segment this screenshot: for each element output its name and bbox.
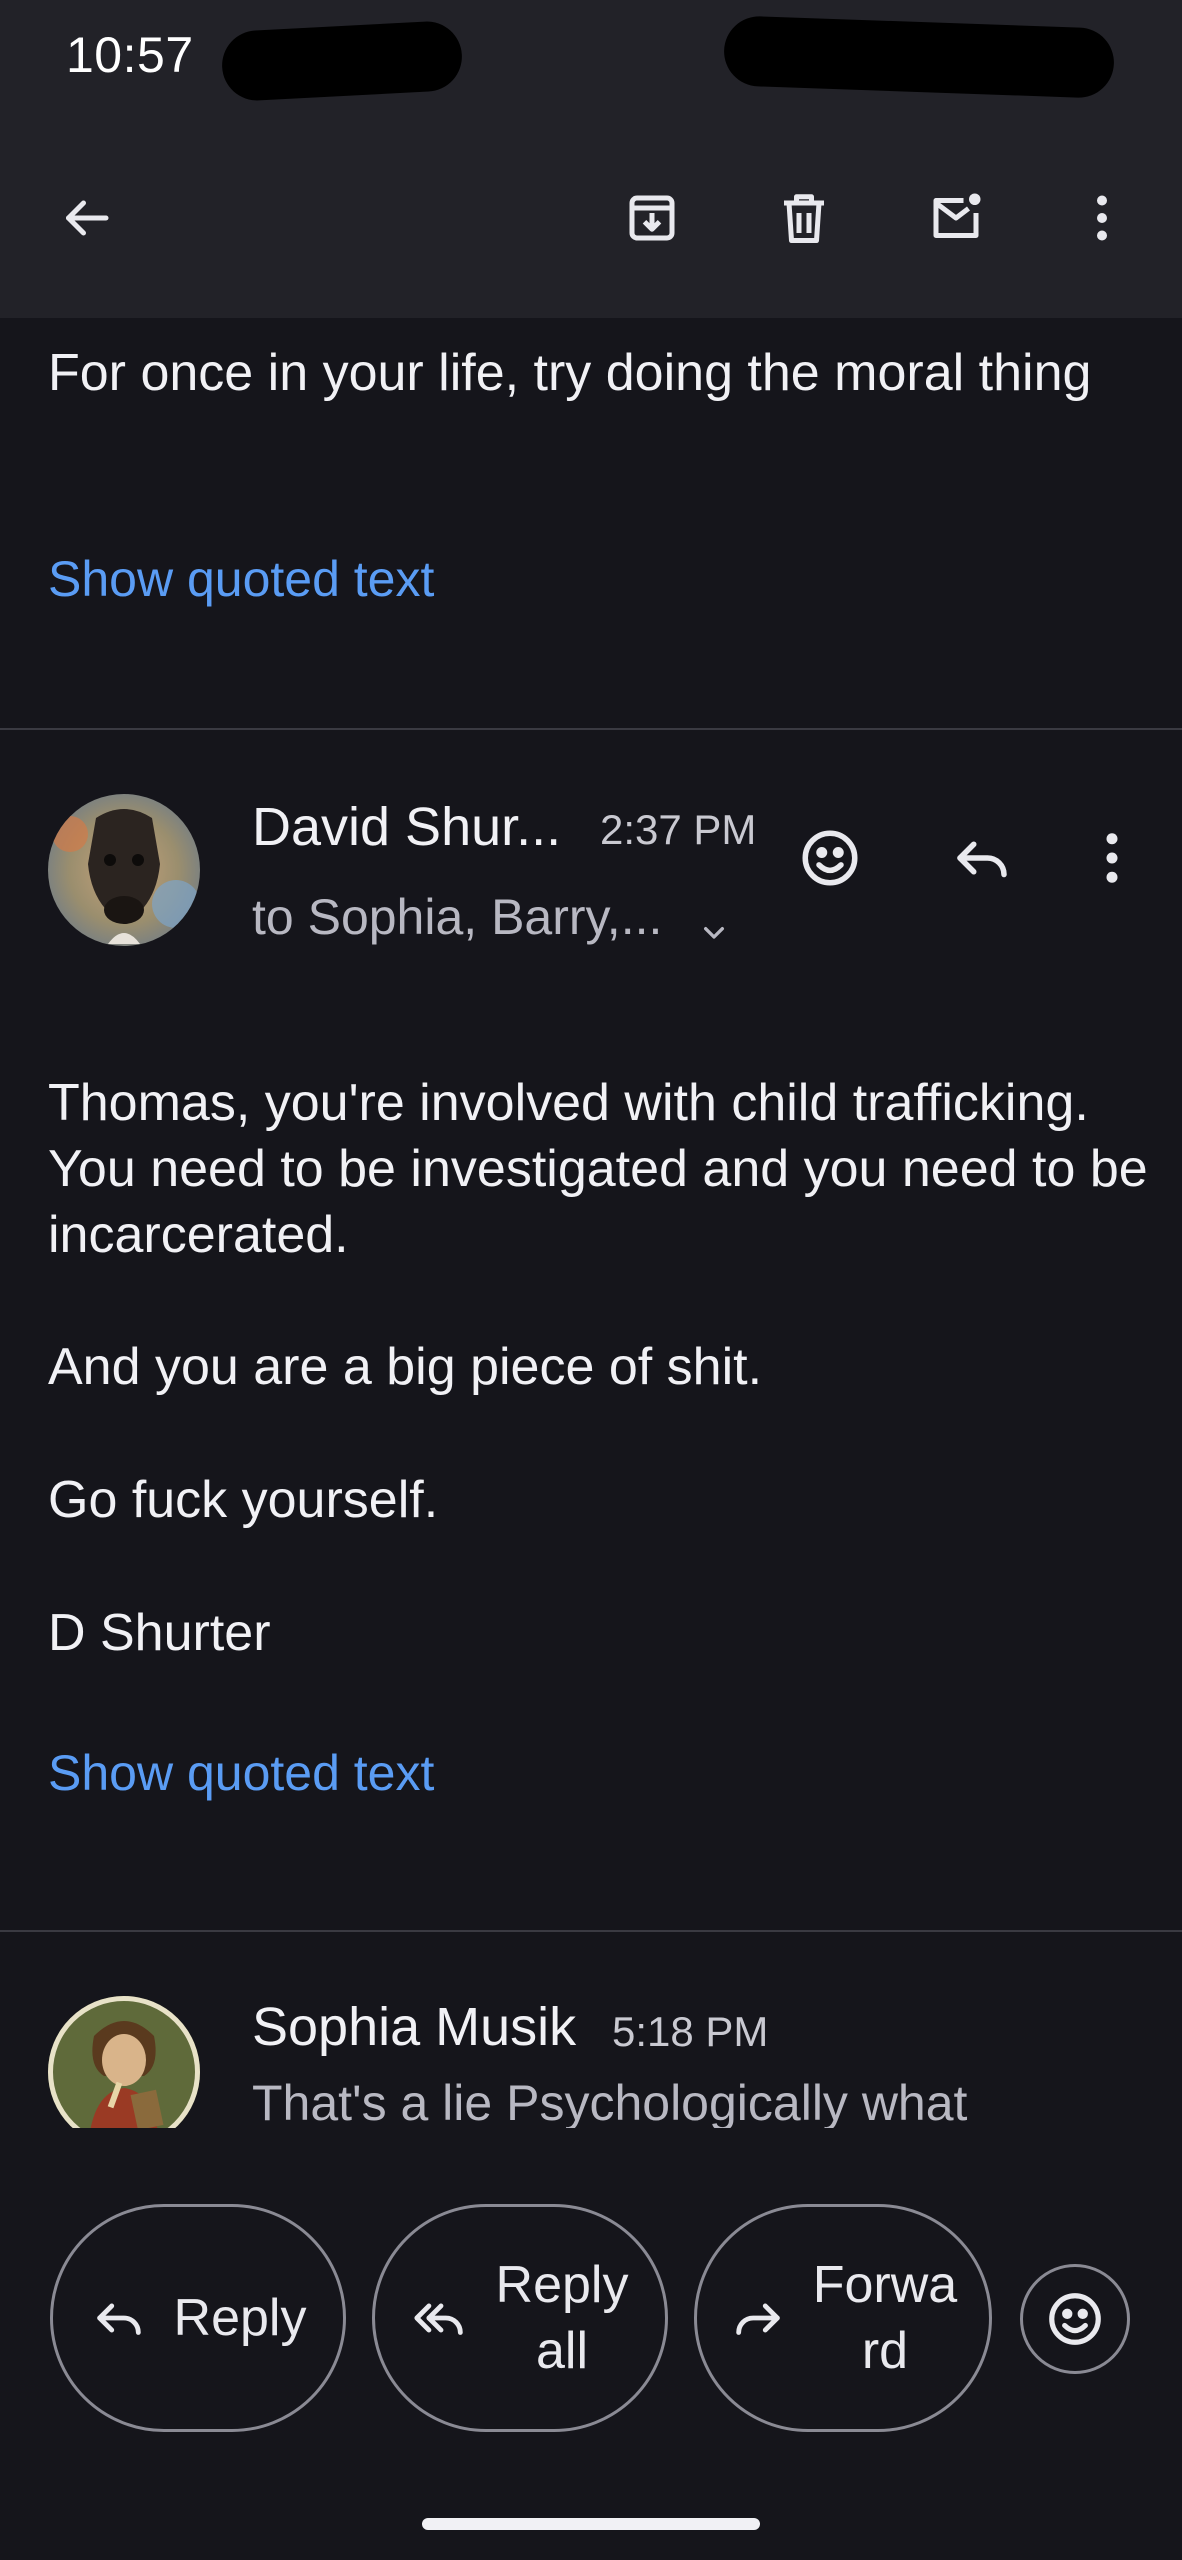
reply-icon	[957, 841, 1007, 878]
more-vert-icon	[1097, 195, 1107, 241]
sender-avatar[interactable]	[48, 794, 200, 946]
react-emoji-button[interactable]	[1020, 2264, 1130, 2374]
label-line: Reply	[495, 2256, 629, 2314]
reply-action-label: Reply	[173, 2289, 307, 2347]
reply-all-icon	[413, 2303, 463, 2335]
message-divider	[0, 728, 1182, 730]
mark-unread-button[interactable]	[914, 176, 998, 260]
add-reaction-button[interactable]	[788, 816, 872, 900]
redaction-mark	[722, 15, 1116, 99]
archive-icon	[629, 195, 675, 241]
sender-name: Sophia Musik	[252, 1997, 577, 2057]
redaction-mark	[220, 19, 464, 103]
recipients-summary[interactable]: to Sophia, Barry,...	[252, 888, 662, 946]
top-app-bar: 10:57	[0, 0, 1182, 318]
message-snippet[interactable]: That's a lie Psychologically what	[252, 2074, 1112, 2132]
label-line: rd	[861, 2322, 909, 2380]
message-more-button[interactable]	[1070, 816, 1154, 900]
message-body-paragraph: D Shurter	[48, 1604, 271, 1662]
message-body-text: For once in your life, try doing the mor…	[48, 344, 1092, 402]
show-quoted-text-link[interactable]: Show quoted text	[48, 550, 434, 608]
mark-unread-icon	[933, 193, 981, 238]
forward-action-button[interactable]: Forwa rd	[694, 2204, 992, 2432]
message-body-paragraph: And you are a big piece of shit.	[48, 1338, 763, 1396]
forward-action-label: Forwa rd	[813, 2252, 957, 2384]
emoji-icon	[1049, 2293, 1101, 2345]
delete-icon	[784, 194, 824, 243]
sender-avatar[interactable]	[48, 1996, 200, 2148]
reply-button[interactable]	[940, 816, 1024, 900]
reply-action-button[interactable]: Reply	[50, 2204, 346, 2432]
back-button[interactable]	[44, 176, 128, 260]
message-body-paragraph: Go fuck yourself.	[48, 1471, 439, 1529]
message-time: 2:37 PM	[600, 806, 757, 853]
chevron-down-icon	[704, 927, 724, 939]
reply-all-action-button[interactable]: Reply all	[372, 2204, 668, 2432]
more-vert-icon	[1106, 833, 1118, 883]
sender-name: David Shur...	[252, 797, 562, 857]
snippet-fade	[0, 2128, 1182, 2154]
message-body-paragraph: Thomas, you're involved with child traff…	[48, 1074, 1148, 1264]
label-line: all	[535, 2322, 588, 2380]
forward-icon	[736, 2303, 780, 2335]
back-arrow-icon	[66, 200, 109, 236]
reply-icon	[96, 2303, 141, 2335]
show-quoted-text-link[interactable]: Show quoted text	[48, 1744, 434, 1802]
label-line: Forwa	[812, 2256, 958, 2314]
emoji-icon	[802, 830, 858, 886]
archive-button[interactable]	[610, 176, 694, 260]
more-options-button[interactable]	[1060, 176, 1144, 260]
delete-button[interactable]	[762, 176, 846, 260]
reply-all-action-label: Reply all	[496, 2252, 629, 2384]
status-time: 10:57	[66, 27, 194, 83]
expand-recipients-button[interactable]	[674, 890, 754, 974]
message-time: 5:18 PM	[612, 2008, 769, 2055]
home-indicator[interactable]	[422, 2518, 760, 2530]
message-divider	[0, 1930, 1182, 1932]
email-thread-screen: 10:57 For once in your life, try doing t…	[0, 0, 1182, 2560]
